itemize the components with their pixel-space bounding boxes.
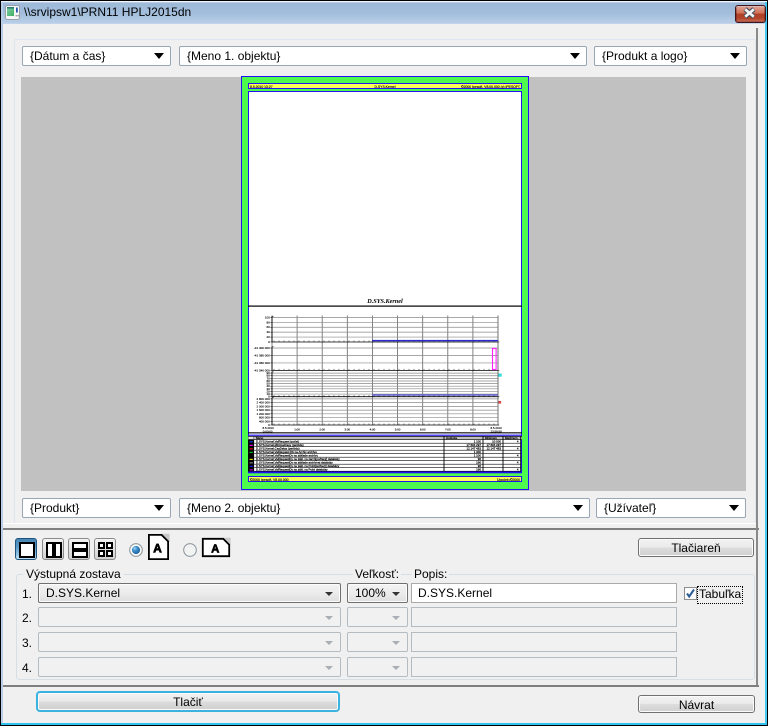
svg-text:60: 60 xyxy=(266,325,270,329)
svg-text:1/počet=©2000: 1/počet=©2000 xyxy=(497,478,520,482)
svg-text:12 147 483: 12 147 483 xyxy=(487,447,502,451)
svg-text:8.5.2010 13:27: 8.5.2010 13:27 xyxy=(250,85,273,89)
svg-text:40: 40 xyxy=(266,330,270,334)
svg-text:196: 196 xyxy=(476,468,481,472)
svg-text:Hodnota: Hodnota xyxy=(446,436,457,440)
svg-text:100: 100 xyxy=(265,315,270,319)
svg-text:©2000 Ipesoft, V8.00.000: ©2000 Ipesoft, V8.00.000 xyxy=(250,478,289,482)
svg-text:6:00: 6:00 xyxy=(420,428,426,432)
svg-text:80: 80 xyxy=(266,320,270,324)
svg-text:8:00: 8:00 xyxy=(470,428,476,432)
svg-text:2:00: 2:00 xyxy=(319,428,325,432)
svg-text:1:00: 1:00 xyxy=(294,428,300,432)
svg-text:D.SYS.Kernel: D.SYS.Kernel xyxy=(366,298,403,305)
svg-text:20: 20 xyxy=(266,335,270,339)
svg-text:7:00: 7:00 xyxy=(445,428,451,432)
svg-text:-41 400 000: -41 400 000 xyxy=(254,346,270,350)
svg-text:3:00: 3:00 xyxy=(344,428,350,432)
svg-text:-41 380 000: -41 380 000 xyxy=(254,353,270,357)
svg-text:4:00: 4:00 xyxy=(370,428,376,432)
svg-text:D.SYS.Kernel: D.SYS.Kernel xyxy=(375,85,396,89)
svg-text:-41 360 000: -41 360 000 xyxy=(254,361,270,365)
svg-text:5:00: 5:00 xyxy=(395,428,401,432)
svg-text:D.SYS.Kernel.ValRequestDy na z: D.SYS.Kernel.ValRequestDy na zákl. na Po… xyxy=(256,468,328,472)
svg-text:©2000 Ipesoft, V8.00.000 (c) I: ©2000 Ipesoft, V8.00.000 (c) IPESOFT xyxy=(461,85,520,89)
